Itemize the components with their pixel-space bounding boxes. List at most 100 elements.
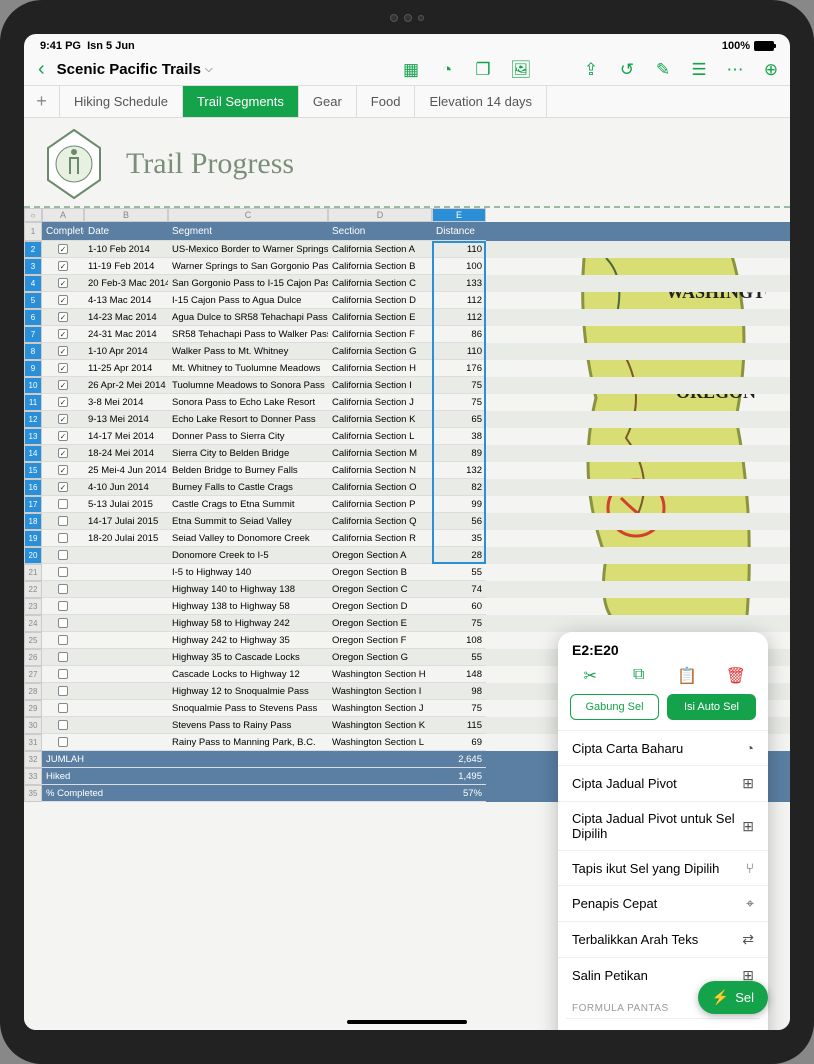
distance-cell[interactable]: 55 [432,649,486,666]
segment-cell[interactable]: Belden Bridge to Burney Falls [168,462,328,479]
segment-cell[interactable]: Seiad Valley to Donomore Creek [168,530,328,547]
table-header-cell[interactable]: Date [84,222,168,241]
segment-cell[interactable]: Sierra City to Belden Bridge [168,445,328,462]
section-cell[interactable]: Washington Section J [328,700,432,717]
tab-elevation[interactable]: Elevation 14 days [415,86,547,117]
completed-checkbox[interactable] [42,666,84,683]
date-cell[interactable]: 1-10 Apr 2014 [84,343,168,360]
completed-checkbox[interactable] [42,581,84,598]
table-header-cell[interactable]: Section [328,222,432,241]
date-cell[interactable]: 4-13 Mac 2014 [84,292,168,309]
undo-icon[interactable]: ↺ [618,60,636,80]
date-cell[interactable] [84,615,168,632]
row-header[interactable]: 30 [24,717,42,734]
row-header[interactable]: 7 [24,326,42,343]
distance-cell[interactable]: 56 [432,513,486,530]
completed-checkbox[interactable]: ✓ [42,411,84,428]
distance-cell[interactable]: 69 [432,734,486,751]
row-header[interactable]: 27 [24,666,42,683]
section-cell[interactable]: California Section G [328,343,432,360]
distance-cell[interactable]: 132 [432,462,486,479]
completed-checkbox[interactable]: ✓ [42,258,84,275]
date-cell[interactable] [84,734,168,751]
date-cell[interactable] [84,598,168,615]
row-header[interactable]: 11 [24,394,42,411]
section-cell[interactable]: California Section B [328,258,432,275]
section-cell[interactable]: Oregon Section F [328,632,432,649]
row-header[interactable]: 26 [24,649,42,666]
completed-checkbox[interactable] [42,734,84,751]
segment-cell[interactable]: I-5 to Highway 140 [168,564,328,581]
section-cell[interactable]: California Section F [328,326,432,343]
date-cell[interactable] [84,666,168,683]
footer-label[interactable]: Hiked [42,768,432,785]
table-header-cell[interactable]: Segment [168,222,328,241]
date-cell[interactable]: 11-19 Feb 2014 [84,258,168,275]
row-header[interactable]: 19 [24,530,42,547]
distance-cell[interactable]: 75 [432,615,486,632]
segment-cell[interactable]: Highway 140 to Highway 138 [168,581,328,598]
popover-item[interactable]: Tapis ikut Sel yang Dipilih⑂ [558,850,768,885]
tab-trail-segments[interactable]: Trail Segments [183,86,299,117]
distance-cell[interactable]: 75 [432,700,486,717]
completed-checkbox[interactable]: ✓ [42,394,84,411]
distance-cell[interactable]: 108 [432,632,486,649]
row-header[interactable]: 14 [24,445,42,462]
format-icon[interactable]: ☰ [690,60,708,80]
distance-cell[interactable]: 100 [432,258,486,275]
section-cell[interactable]: Oregon Section B [328,564,432,581]
tab-gear[interactable]: Gear [299,86,357,117]
distance-cell[interactable]: 112 [432,309,486,326]
format-brush-icon[interactable]: ✎ [654,60,672,80]
segment-cell[interactable]: SR58 Tehachapi Pass to Walker Pass [168,326,328,343]
popover-item[interactable]: Terbalikkan Arah Teks⇄ [558,921,768,957]
distance-cell[interactable]: 86 [432,326,486,343]
footer-label[interactable]: JUMLAH [42,751,432,768]
col-header-D[interactable]: D [328,208,432,222]
segment-cell[interactable]: Etna Summit to Seiad Valley [168,513,328,530]
completed-checkbox[interactable] [42,632,84,649]
popover-item[interactable]: Cipta Carta Baharu◔ [558,730,768,765]
completed-checkbox[interactable]: ✓ [42,377,84,394]
segment-cell[interactable]: Snoqualmie Pass to Stevens Pass [168,700,328,717]
cut-icon[interactable]: ✂ [578,666,602,686]
date-cell[interactable] [84,683,168,700]
row-header[interactable]: 6 [24,309,42,326]
segment-cell[interactable]: Castle Crags to Etna Summit [168,496,328,513]
segment-cell[interactable]: Sonora Pass to Echo Lake Resort [168,394,328,411]
distance-cell[interactable]: 148 [432,666,486,683]
date-cell[interactable]: 18-20 Julai 2015 [84,530,168,547]
section-cell[interactable]: California Section M [328,445,432,462]
distance-cell[interactable]: 89 [432,445,486,462]
date-cell[interactable] [84,547,168,564]
completed-checkbox[interactable]: ✓ [42,428,84,445]
row-header[interactable]: 33 [24,768,42,785]
completed-checkbox[interactable]: ✓ [42,241,84,258]
cell-fab-button[interactable]: ⚡ Sel [698,981,768,1014]
copy-icon[interactable]: ⧉ [627,666,651,686]
distance-cell[interactable]: 110 [432,343,486,360]
distance-cell[interactable]: 74 [432,581,486,598]
section-cell[interactable]: California Section I [328,377,432,394]
completed-checkbox[interactable]: ✓ [42,445,84,462]
date-cell[interactable]: 9-13 Mei 2014 [84,411,168,428]
row-header[interactable]: 3 [24,258,42,275]
date-cell[interactable]: 14-17 Mei 2014 [84,428,168,445]
row-header[interactable]: 23 [24,598,42,615]
completed-checkbox[interactable] [42,717,84,734]
completed-checkbox[interactable]: ✓ [42,343,84,360]
col-header-E[interactable]: E [432,208,486,222]
row-header[interactable]: 12 [24,411,42,428]
row-header[interactable]: 31 [24,734,42,751]
row-header[interactable]: 18 [24,513,42,530]
distance-cell[interactable]: 82 [432,479,486,496]
date-cell[interactable]: 25 Mei-4 Jun 2014 [84,462,168,479]
segment-cell[interactable]: San Gorgonio Pass to I-15 Cajon Pass [168,275,328,292]
segment-cell[interactable]: Highway 12 to Snoqualmie Pass [168,683,328,700]
row-header[interactable]: 9 [24,360,42,377]
row-header[interactable]: 16 [24,479,42,496]
date-cell[interactable] [84,649,168,666]
col-header-A[interactable]: A [42,208,84,222]
section-cell[interactable]: California Section L [328,428,432,445]
distance-cell[interactable]: 110 [432,241,486,258]
